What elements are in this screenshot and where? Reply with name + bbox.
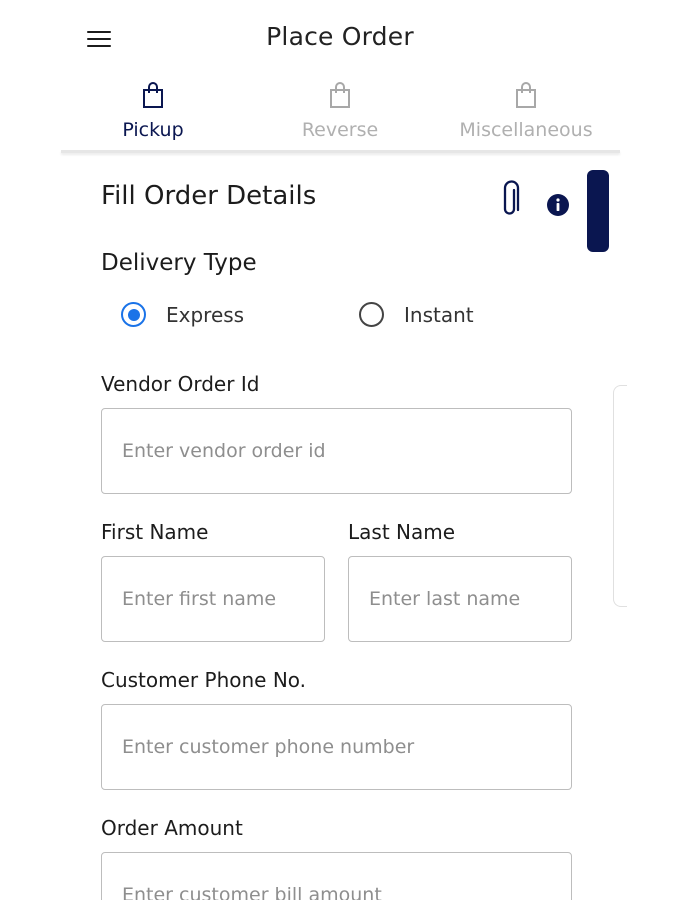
order-amount-input[interactable] [122,853,571,900]
paperclip-icon[interactable] [498,180,522,220]
radio-label: Express [166,302,245,327]
scroll-handle[interactable] [587,170,609,252]
shopping-bag-icon [516,82,536,108]
page-title: Place Order [266,22,414,51]
side-card-edge [613,385,627,607]
customer-phone-field[interactable] [101,704,572,790]
tab-label: Reverse [301,119,379,141]
section-title: Fill Order Details [101,181,317,211]
radio-instant[interactable]: Instant [359,302,474,327]
shopping-bag-icon [330,82,350,108]
last-name-field[interactable] [348,556,572,642]
vendor-order-id-input[interactable] [122,409,571,493]
shopping-bag-icon [143,82,163,108]
radio-label: Instant [404,302,474,327]
order-amount-label: Order Amount [101,816,243,840]
radio-button[interactable] [359,302,384,327]
tab-label: Miscellaneous [459,119,593,141]
tab-pickup[interactable]: Pickup [68,82,238,141]
delivery-type-label: Delivery Type [101,250,257,276]
order-amount-field[interactable] [101,852,572,900]
customer-phone-input[interactable] [122,705,571,789]
first-name-label: First Name [101,520,209,544]
radio-express[interactable]: Express [121,302,244,327]
tab-divider [61,150,620,153]
tab-label: Pickup [122,119,184,141]
first-name-input[interactable] [122,557,324,641]
first-name-field[interactable] [101,556,325,642]
vendor-order-id-field[interactable] [101,408,572,494]
customer-phone-label: Customer Phone No. [101,668,307,692]
hamburger-menu-icon[interactable] [86,28,112,50]
last-name-input[interactable] [369,557,571,641]
place-order-screen: Place Order Pickup Reverse Miscellaneous… [0,0,675,900]
vendor-order-id-label: Vendor Order Id [101,372,260,396]
info-icon[interactable] [546,193,570,217]
tab-reverse[interactable]: Reverse [255,82,425,141]
tab-miscellaneous[interactable]: Miscellaneous [441,82,611,141]
last-name-label: Last Name [348,520,456,544]
radio-button[interactable] [121,302,146,327]
